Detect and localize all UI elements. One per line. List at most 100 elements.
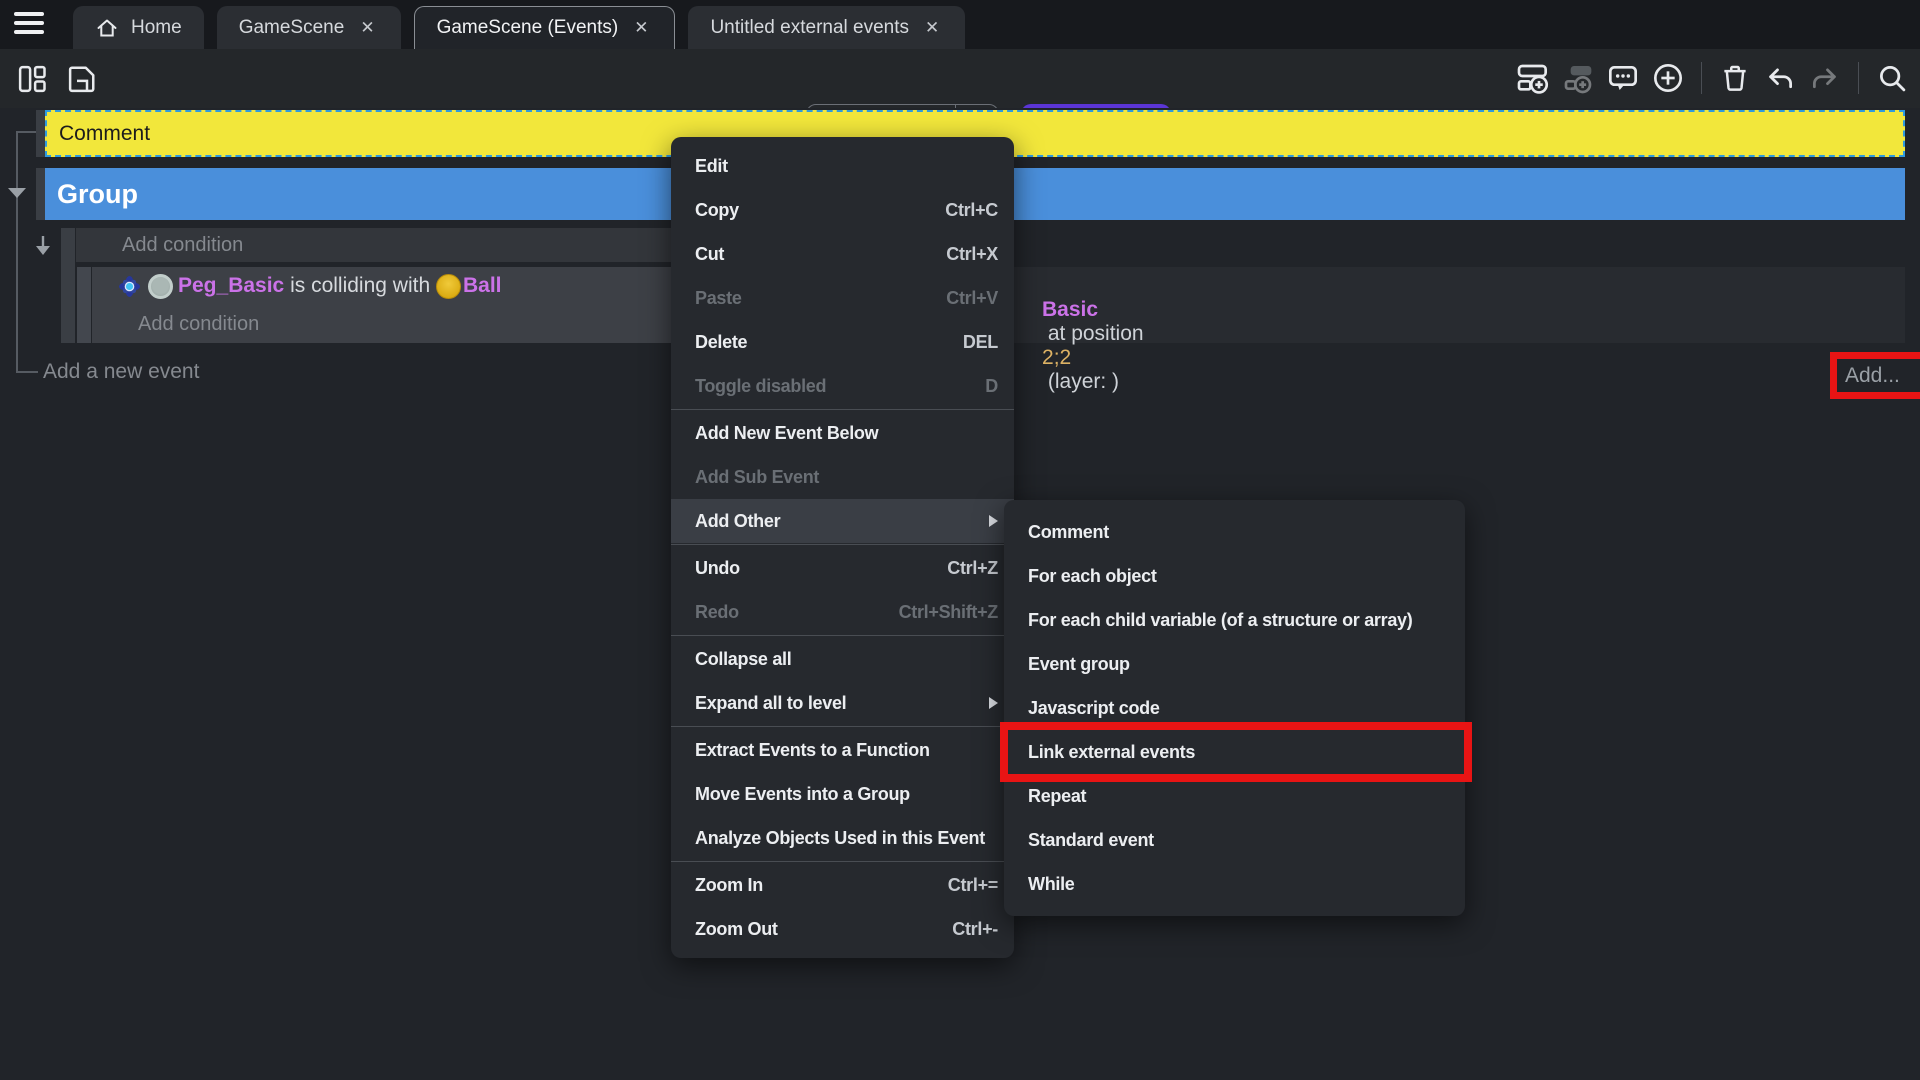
conditions-cell: Peg_Basic is colliding with Ball Add con… — [92, 267, 682, 343]
menu-item[interactable]: Zoom In Ctrl+= — [671, 863, 1014, 907]
group-title: Group — [57, 179, 138, 210]
menu-divider — [671, 409, 1014, 410]
menu-item-label: Expand all to level — [695, 693, 979, 714]
add-other-submenu: Comment For each object For each child v… — [1004, 500, 1465, 916]
tab-home[interactable]: Home — [73, 6, 204, 49]
menu-item-label: Javascript code — [1028, 698, 1449, 719]
undo-button[interactable] — [1762, 60, 1798, 96]
collision-icon — [118, 275, 141, 298]
event-gutter — [36, 168, 45, 220]
menu-item-label: Move Events into a Group — [695, 784, 998, 805]
menu-item-label: Collapse all — [695, 649, 998, 670]
save-icon — [67, 64, 97, 94]
layout-icon — [17, 64, 47, 94]
collision-condition-row[interactable]: Peg_Basic is colliding with Ball — [92, 267, 682, 305]
peg-basic-object-icon — [148, 274, 173, 299]
menu-item[interactable]: Delete DEL — [671, 320, 1014, 364]
comment-text: Comment — [59, 122, 150, 146]
menu-item[interactable]: Undo Ctrl+Z — [671, 546, 1014, 590]
condition-object1: Peg_Basic — [178, 274, 284, 298]
menu-item[interactable]: Expand all to level — [671, 681, 1014, 725]
menu-divider — [671, 635, 1014, 636]
main-menu-icon[interactable] — [14, 12, 46, 37]
add-sub-event-icon — [1562, 62, 1594, 94]
add-condition-label: Add condition — [122, 234, 243, 257]
tree-line — [16, 371, 38, 373]
menu-item-label: Delete — [695, 332, 963, 353]
close-icon[interactable]: ✕ — [356, 16, 378, 40]
menu-item[interactable]: Cut Ctrl+X — [671, 232, 1014, 276]
menu-item[interactable]: For each object — [1004, 554, 1465, 598]
tab-gamescene-events[interactable]: GameScene (Events) ✕ — [414, 6, 676, 49]
search-button[interactable] — [1874, 60, 1910, 96]
menu-item[interactable]: Copy Ctrl+C — [671, 188, 1014, 232]
tree-line — [16, 131, 18, 372]
event-gutter — [36, 110, 45, 157]
create-action-row[interactable]: Basic at position 2;2 (layer: ) — [1007, 274, 1149, 418]
menu-item[interactable]: Edit — [671, 144, 1014, 188]
menu-item[interactable]: Analyze Objects Used in this Event — [671, 816, 1014, 860]
redo-icon — [1810, 63, 1840, 93]
menu-item[interactable]: Paste Ctrl+V — [671, 276, 1014, 320]
collapse-group-arrow-icon[interactable] — [8, 188, 26, 198]
tab-strip: Home GameScene ✕ GameScene (Events) ✕ Un… — [73, 6, 965, 49]
menu-item[interactable]: Comment — [1004, 510, 1465, 554]
menu-item-label: Repeat — [1028, 786, 1449, 807]
menu-item[interactable]: Event group — [1004, 642, 1465, 686]
choose-add-button[interactable] — [1650, 60, 1686, 96]
save-button[interactable] — [64, 61, 100, 97]
close-icon[interactable]: ✕ — [630, 16, 652, 40]
add-new-event-link[interactable]: Add a new event — [43, 360, 199, 384]
menu-item-label: For each child variable (of a structure … — [1028, 610, 1449, 631]
menu-item-label: Add Sub Event — [695, 467, 998, 488]
menu-item-label: While — [1028, 874, 1449, 895]
menu-item-label: Copy — [695, 200, 945, 221]
menu-item-label: Event group — [1028, 654, 1449, 675]
delete-button[interactable] — [1717, 60, 1753, 96]
action-position-value: 2;2 — [1042, 346, 1071, 369]
add-condition-row[interactable]: Add condition — [76, 228, 682, 262]
tab-label: GameScene — [239, 17, 345, 39]
tab-gamescene[interactable]: GameScene ✕ — [217, 6, 401, 49]
menu-item-label: Redo — [695, 602, 899, 623]
menu-item[interactable]: Zoom Out Ctrl+- — [671, 907, 1014, 951]
menu-item[interactable]: Add Other — [671, 499, 1014, 543]
menu-item-label: Standard event — [1028, 830, 1449, 851]
add-comment-button[interactable] — [1605, 60, 1641, 96]
add-sub-event-button[interactable] — [1560, 60, 1596, 96]
tab-label: Home — [131, 17, 182, 39]
menu-item[interactable]: Add Sub Event — [671, 455, 1014, 499]
tab-untitled-external-events[interactable]: Untitled external events ✕ — [688, 6, 965, 49]
menu-item-label: Extract Events to a Function — [695, 740, 998, 761]
menu-item[interactable]: While — [1004, 862, 1465, 906]
menu-item[interactable]: Extract Events to a Function — [671, 728, 1014, 772]
gdevelop-events-editor: Home GameScene ✕ GameScene (Events) ✕ Un… — [0, 0, 1920, 1080]
add-condition-row[interactable]: Add condition — [92, 305, 682, 343]
menu-item[interactable]: Standard event — [1004, 818, 1465, 862]
close-icon[interactable]: ✕ — [921, 16, 943, 40]
toggle-panels-button[interactable] — [14, 61, 50, 97]
divider — [1701, 62, 1702, 94]
menu-item[interactable]: For each child variable (of a structure … — [1004, 598, 1465, 642]
menu-item-shortcut: Ctrl+= — [948, 875, 998, 896]
add-button[interactable]: Add... — [1845, 364, 1900, 388]
toolbar: Preview Publish — [0, 49, 1920, 108]
collapse-subevent-arrow-icon[interactable] — [32, 234, 54, 258]
event-gutter — [61, 228, 75, 343]
redo-button[interactable] — [1807, 60, 1843, 96]
add-new-event-label: Add a new event — [43, 360, 199, 383]
menu-item[interactable]: Redo Ctrl+Shift+Z — [671, 590, 1014, 634]
menu-item[interactable]: Add New Event Below — [671, 411, 1014, 455]
add-condition-label: Add condition — [138, 313, 259, 336]
menu-item[interactable]: Toggle disabled D — [671, 364, 1014, 408]
add-event-button[interactable] — [1515, 60, 1551, 96]
menu-item-shortcut: Ctrl+V — [946, 288, 998, 309]
comment-bubble-icon — [1607, 62, 1639, 94]
action-text: at position — [1042, 322, 1149, 345]
menu-item-shortcut: D — [985, 376, 998, 397]
menu-item[interactable]: Collapse all — [671, 637, 1014, 681]
menu-item[interactable]: Move Events into a Group — [671, 772, 1014, 816]
divider — [1858, 62, 1859, 94]
menu-item-shortcut: Ctrl+Shift+Z — [899, 602, 998, 623]
circle-plus-icon — [1652, 62, 1684, 94]
